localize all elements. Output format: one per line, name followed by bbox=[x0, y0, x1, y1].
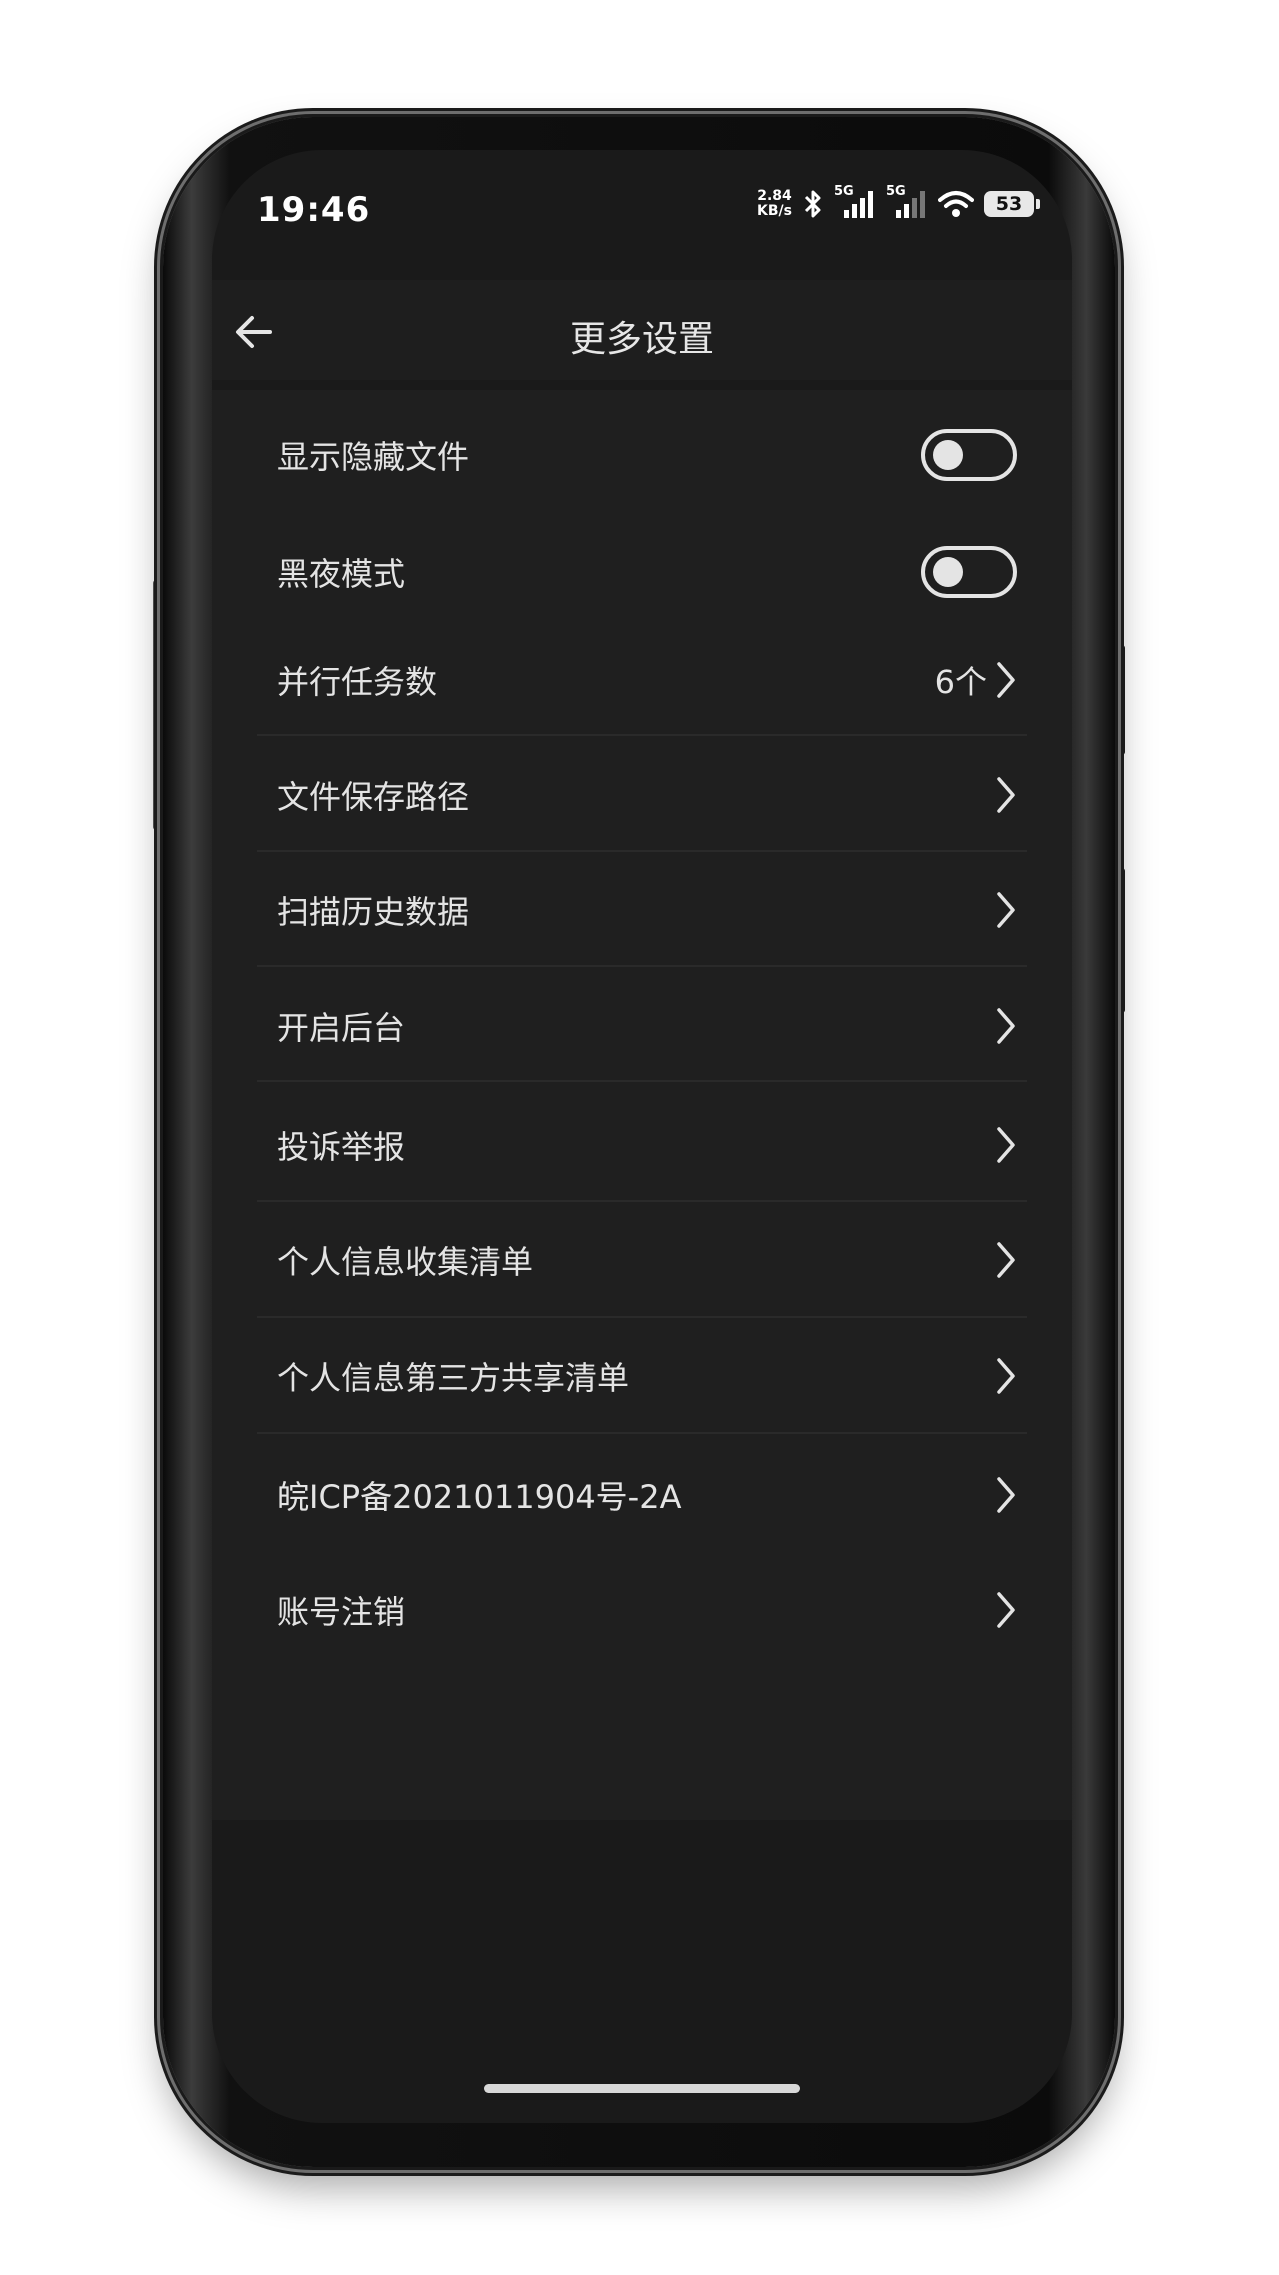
show-hidden-files-toggle[interactable] bbox=[921, 429, 1017, 481]
toggle-knob bbox=[933, 440, 963, 470]
setting-label: 皖ICP备2021011904号-2A bbox=[277, 1478, 682, 1516]
chevron-right-icon bbox=[997, 1127, 1015, 1163]
signal-5g-1: 5G bbox=[834, 184, 876, 220]
net-speed: 2.84 KB/s bbox=[757, 189, 792, 219]
setting-label: 个人信息第三方共享清单 bbox=[277, 1359, 630, 1397]
status-icons: 2.84 KB/s 5G 5G 53 bbox=[757, 184, 1040, 220]
setting-label: 并行任务数 bbox=[277, 663, 438, 701]
setting-label: 黑夜模式 bbox=[277, 555, 406, 593]
setting-control bbox=[995, 1475, 1017, 1515]
chevron-right-icon bbox=[997, 1008, 1015, 1044]
setting-label: 开启后台 bbox=[277, 1009, 406, 1047]
parallel-tasks-value: 6个 bbox=[934, 663, 987, 701]
status-time: 19:46 bbox=[257, 190, 371, 230]
setting-dark-mode[interactable]: 黑夜模式 bbox=[257, 532, 1027, 612]
divider bbox=[257, 1432, 1027, 1434]
setting-label: 显示隐藏文件 bbox=[277, 438, 470, 476]
battery-icon: 53 bbox=[984, 191, 1040, 217]
setting-control bbox=[995, 775, 1017, 815]
setting-label: 个人信息收集清单 bbox=[277, 1243, 534, 1281]
divider bbox=[257, 1316, 1027, 1318]
chevron-right-icon bbox=[997, 892, 1015, 928]
setting-background[interactable]: 开启后台 bbox=[257, 986, 1027, 1066]
divider bbox=[257, 1080, 1027, 1082]
wifi-icon bbox=[938, 191, 974, 217]
status-bar: 19:46 2.84 KB/s 5G 5G 53 bbox=[212, 150, 1072, 280]
signal-5g-2: 5G bbox=[886, 184, 928, 220]
setting-control bbox=[921, 546, 1017, 598]
bluetooth-icon bbox=[804, 190, 821, 218]
setting-show-hidden-files[interactable]: 显示隐藏文件 bbox=[257, 415, 1027, 495]
chevron-right-icon bbox=[997, 1592, 1015, 1628]
phone-power-button bbox=[1115, 868, 1125, 1013]
chevron-right-icon bbox=[997, 662, 1015, 698]
net-speed-value: 2.84 bbox=[757, 188, 792, 204]
divider bbox=[257, 965, 1027, 967]
setting-icp[interactable]: 皖ICP备2021011904号-2A bbox=[257, 1455, 1027, 1535]
setting-label: 扫描历史数据 bbox=[277, 893, 470, 931]
setting-control bbox=[921, 429, 1017, 481]
setting-control bbox=[995, 1240, 1017, 1280]
battery-level: 53 bbox=[995, 193, 1023, 215]
page-title: 更多设置 bbox=[569, 319, 714, 360]
setting-control bbox=[995, 1125, 1017, 1165]
setting-account-cancel[interactable]: 账号注销 bbox=[257, 1570, 1027, 1650]
divider bbox=[257, 850, 1027, 852]
setting-label: 文件保存路径 bbox=[277, 778, 470, 816]
nav-bar: 更多设置 bbox=[212, 280, 1072, 380]
home-indicator[interactable] bbox=[484, 2084, 800, 2093]
dark-mode-toggle[interactable] bbox=[921, 546, 1017, 598]
setting-label: 账号注销 bbox=[277, 1593, 406, 1631]
divider bbox=[257, 1200, 1027, 1202]
setting-save-path[interactable]: 文件保存路径 bbox=[257, 755, 1027, 835]
setting-complaint[interactable]: 投诉举报 bbox=[257, 1105, 1027, 1185]
setting-parallel-tasks[interactable]: 并行任务数 6个 bbox=[257, 640, 1027, 720]
phone-side-button bbox=[153, 580, 163, 830]
setting-label: 投诉举报 bbox=[277, 1128, 406, 1166]
setting-control bbox=[995, 1006, 1017, 1046]
setting-control bbox=[995, 890, 1017, 930]
chevron-right-icon bbox=[997, 1242, 1015, 1278]
divider bbox=[257, 734, 1027, 736]
phone-screen: 19:46 2.84 KB/s 5G 5G 53 更多设置 显示隐藏文件 黑夜模… bbox=[212, 150, 1072, 2123]
toggle-knob bbox=[933, 557, 963, 587]
setting-third-party-list[interactable]: 个人信息第三方共享清单 bbox=[257, 1336, 1027, 1416]
chevron-right-icon bbox=[997, 1477, 1015, 1513]
setting-control: 6个 bbox=[935, 657, 1017, 703]
setting-control bbox=[995, 1590, 1017, 1630]
signal-2-label: 5G bbox=[886, 184, 906, 199]
net-speed-unit: KB/s bbox=[757, 203, 792, 219]
setting-control bbox=[995, 1356, 1017, 1396]
setting-scan-history[interactable]: 扫描历史数据 bbox=[257, 870, 1027, 950]
setting-personal-info-list[interactable]: 个人信息收集清单 bbox=[257, 1220, 1027, 1300]
signal-1-label: 5G bbox=[834, 184, 854, 199]
stage: 19:46 2.84 KB/s 5G 5G 53 更多设置 显示隐藏文件 黑夜模… bbox=[0, 0, 1279, 2275]
chevron-right-icon bbox=[997, 1358, 1015, 1394]
chevron-right-icon bbox=[997, 777, 1015, 813]
phone-volume-up-button bbox=[1115, 645, 1125, 755]
